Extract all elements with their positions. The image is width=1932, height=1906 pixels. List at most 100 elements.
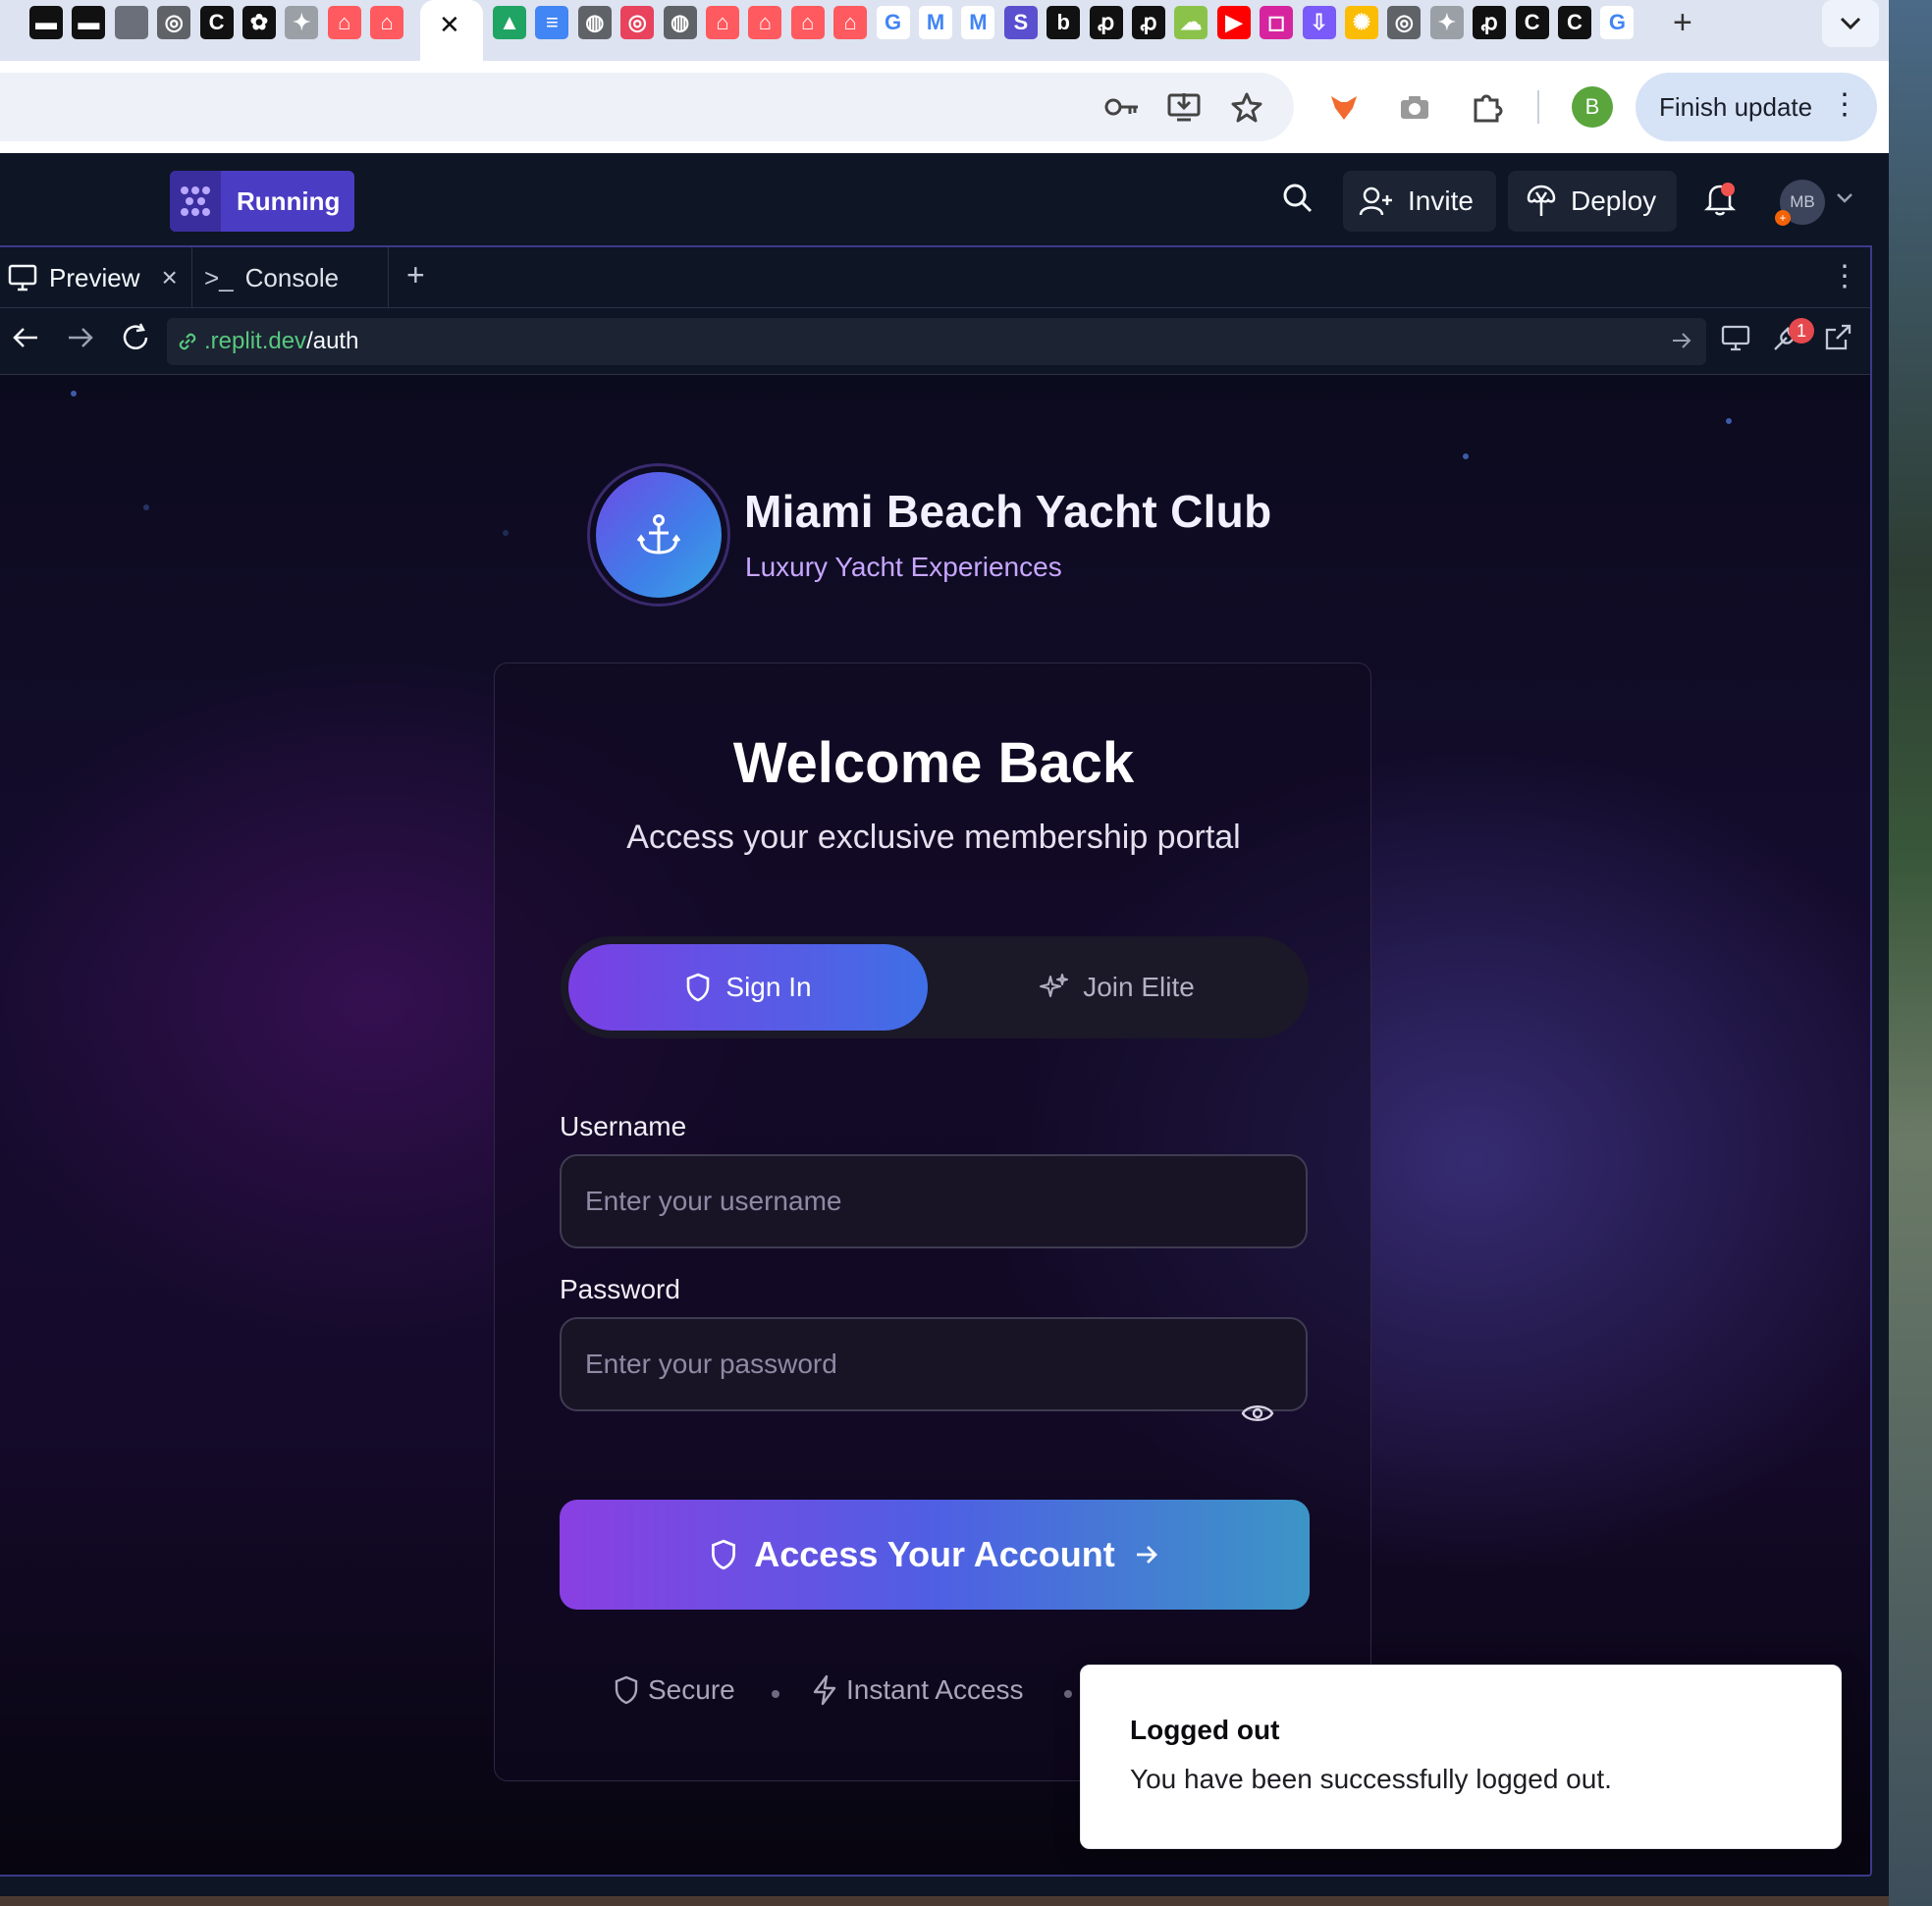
add-user-icon xyxy=(1359,186,1392,216)
back-arrow-icon[interactable] xyxy=(10,322,41,353)
tab-sign-in[interactable]: Sign In xyxy=(568,944,928,1031)
pinwheel-icon[interactable]: ✦ xyxy=(285,6,319,39)
lightning-icon xyxy=(813,1674,836,1706)
username-label: Username xyxy=(560,1111,687,1141)
b-icon[interactable]: b xyxy=(1046,6,1081,39)
open-new-window-icon[interactable] xyxy=(1822,322,1853,353)
instagram-icon[interactable]: ◻ xyxy=(1260,6,1294,39)
google-icon[interactable]: G xyxy=(876,6,910,39)
password-input[interactable] xyxy=(560,1317,1308,1411)
url-host: .replit.dev xyxy=(204,328,307,354)
deploy-button[interactable]: Deploy xyxy=(1508,171,1677,232)
tab-preview[interactable]: Preview × xyxy=(0,247,192,308)
camera-icon[interactable] xyxy=(1396,88,1433,126)
toast-title: Logged out xyxy=(1130,1715,1280,1745)
cloud-icon[interactable]: ☁ xyxy=(1174,6,1208,39)
chrome-icon[interactable]: ◎ xyxy=(157,6,191,39)
tab-join-elite-label: Join Elite xyxy=(1083,972,1195,1002)
p-icon[interactable]: ꝓ xyxy=(1089,6,1123,39)
chevron-down-icon[interactable] xyxy=(1836,192,1853,204)
youtube-icon[interactable]: ▶ xyxy=(1216,6,1251,39)
close-icon[interactable]: × xyxy=(161,262,177,293)
download-icon[interactable]: ⇩ xyxy=(1302,6,1336,39)
tab-console[interactable]: >_ Console xyxy=(192,247,389,308)
address-bar[interactable] xyxy=(0,73,1294,141)
workspace-header: Running Invite Deploy MB + xyxy=(0,153,1889,245)
forward-arrow-icon[interactable] xyxy=(65,322,96,353)
shield-icon xyxy=(687,973,710,1002)
new-tab-button[interactable]: + xyxy=(1673,4,1692,42)
fox-extension-icon[interactable] xyxy=(1325,88,1363,126)
globe-icon[interactable]: ◍ xyxy=(663,6,697,39)
star-decoration xyxy=(143,504,149,510)
device-toggle-icon[interactable] xyxy=(1720,322,1751,353)
desktop-background xyxy=(1889,0,1932,1906)
tab-join-elite[interactable]: Join Elite xyxy=(932,944,1301,1031)
go-arrow-icon[interactable] xyxy=(1669,328,1694,353)
airbnb-icon[interactable]: ⌂ xyxy=(706,6,739,39)
browser-toolbar: B Finish update ⋮ xyxy=(0,61,1889,153)
s-icon[interactable]: S xyxy=(1003,6,1038,39)
close-tab-icon[interactable]: ✕ xyxy=(439,10,460,40)
airbnb-icon[interactable]: ⌂ xyxy=(790,6,825,39)
drive-icon[interactable]: ▲ xyxy=(493,6,526,39)
search-icon[interactable] xyxy=(1282,183,1314,214)
finish-update-button[interactable]: Finish update ⋮ xyxy=(1636,73,1877,141)
separator-dot xyxy=(772,1690,779,1698)
invite-label: Invite xyxy=(1408,185,1474,216)
show-password-eye-icon[interactable] xyxy=(1241,1402,1274,1425)
add-tab-button[interactable]: + xyxy=(406,257,425,293)
spacer-icon[interactable]: ▬ xyxy=(72,6,106,39)
p-icon[interactable]: ꝓ xyxy=(1132,6,1165,39)
install-app-icon[interactable] xyxy=(1165,88,1203,126)
gmail-icon[interactable]: M xyxy=(961,6,995,39)
airbnb-icon[interactable]: ⌂ xyxy=(327,6,361,39)
devtools-error-badge: 1 xyxy=(1789,318,1814,344)
p-icon[interactable]: ꝓ xyxy=(1473,6,1507,39)
run-button-label: Running xyxy=(237,185,341,216)
running-icon xyxy=(170,171,221,232)
bookmark-star-icon[interactable] xyxy=(1228,88,1265,126)
star-decoration xyxy=(503,530,509,536)
pinwheel-icon[interactable]: ✦ xyxy=(1429,6,1464,39)
run-button[interactable]: Running xyxy=(170,171,354,232)
anchor-icon xyxy=(636,514,681,555)
toolbar-divider xyxy=(1537,90,1539,124)
username-input[interactable] xyxy=(560,1154,1308,1248)
airbnb-icon[interactable]: ⌂ xyxy=(370,6,404,39)
preview-url-input[interactable]: .replit.dev/auth xyxy=(167,318,1706,365)
spacer-icon[interactable]: ▬ xyxy=(29,6,63,39)
invite-button[interactable]: Invite xyxy=(1343,171,1496,232)
access-account-button[interactable]: Access Your Account xyxy=(560,1500,1310,1610)
password-key-icon[interactable] xyxy=(1103,88,1141,126)
extensions-puzzle-icon[interactable] xyxy=(1468,88,1505,126)
deploy-icon xyxy=(1527,185,1556,216)
club-logo xyxy=(587,463,730,607)
airbnb-icon[interactable]: ⌂ xyxy=(833,6,868,39)
tab-search-button[interactable] xyxy=(1822,0,1879,47)
airbnb-icon[interactable]: ⌂ xyxy=(748,6,782,39)
link-icon xyxy=(179,333,196,350)
target-icon[interactable]: ◎ xyxy=(620,6,655,39)
google-icon[interactable]: G xyxy=(1600,6,1635,39)
c-icon[interactable]: C xyxy=(1515,6,1549,39)
tab-sign-in-label: Sign In xyxy=(725,972,812,1002)
c-icon[interactable]: C xyxy=(199,6,234,39)
chrome-icon[interactable]: ◎ xyxy=(1387,6,1422,39)
reload-icon[interactable] xyxy=(120,322,151,353)
logout-toast[interactable]: Logged out You have been successfully lo… xyxy=(1080,1665,1842,1849)
globe-icon[interactable]: ◍ xyxy=(577,6,612,39)
more-menu-icon[interactable]: ⋮ xyxy=(1830,90,1859,120)
feature-label: Secure xyxy=(648,1674,735,1705)
rbc-icon[interactable] xyxy=(114,6,148,39)
profile-avatar[interactable]: B xyxy=(1572,86,1613,128)
console-prompt-icon: >_ xyxy=(204,262,234,292)
photos-icon[interactable]: ✺ xyxy=(1345,6,1378,39)
c-icon[interactable]: C xyxy=(1558,6,1591,39)
openai-icon[interactable]: ✿ xyxy=(242,6,276,39)
star-decoration xyxy=(1726,418,1732,424)
gmail-icon[interactable]: M xyxy=(919,6,952,39)
docs-icon[interactable]: ≡ xyxy=(535,6,569,39)
password-label: Password xyxy=(560,1274,680,1304)
pane-more-icon[interactable]: ⋮ xyxy=(1830,259,1859,293)
